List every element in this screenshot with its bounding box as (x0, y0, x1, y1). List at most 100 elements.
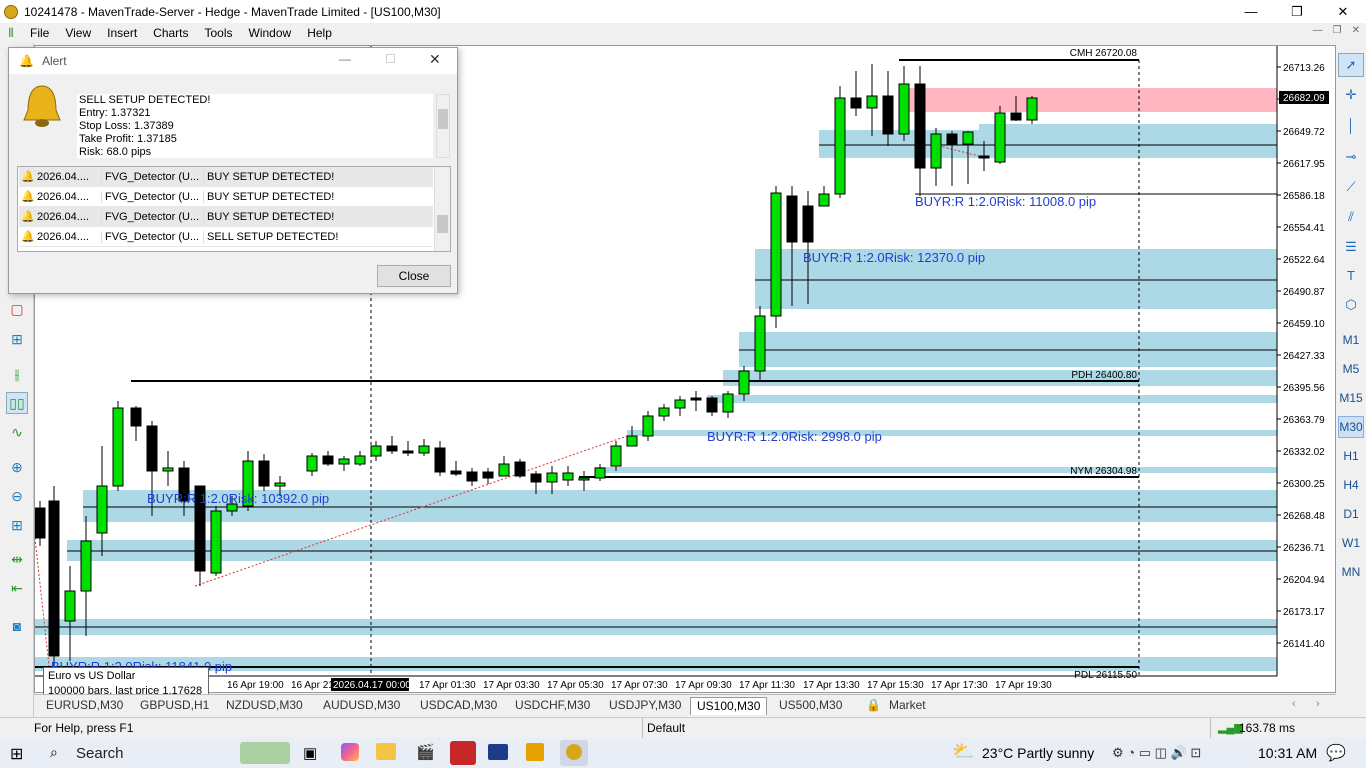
clapper-icon[interactable]: 🎬 (416, 743, 435, 761)
tab-market[interactable]: 🔒 Market (860, 697, 932, 715)
bar-chart-icon[interactable]: ⫲ (6, 363, 28, 385)
notification-icon[interactable]: 💬 (1326, 743, 1346, 763)
row-message: BUY SETUP DETECTED! (203, 170, 433, 183)
menu-bar: ⫴ File View Insert Charts Tools Window H… (0, 23, 1366, 43)
message-scrollbar[interactable] (436, 94, 450, 158)
timeframe-w1[interactable]: W1 (1338, 532, 1364, 554)
menu-help[interactable]: Help (299, 26, 340, 40)
bull-candle (930, 133, 942, 169)
timeframe-mn[interactable]: MN (1338, 561, 1364, 583)
mdi-minimize-icon[interactable]: — (1313, 25, 1323, 36)
chart-shift-icon[interactable]: ⇹ (6, 548, 28, 570)
timeframe-m15[interactable]: M15 (1338, 387, 1364, 409)
vertical-line-icon[interactable]: │ (1338, 113, 1364, 137)
menu-tools[interactable]: Tools (197, 26, 241, 40)
tab-us100-m30[interactable]: US100,M30 (690, 697, 768, 715)
list-scrollbar[interactable] (434, 167, 450, 251)
close-button[interactable]: ✕ (1320, 0, 1366, 23)
crosshair-icon[interactable]: ✛ (1338, 83, 1364, 107)
profile-name: Default (647, 721, 686, 735)
app-yellow-icon[interactable] (526, 743, 544, 761)
rectangle-tool-icon[interactable]: ▢ (6, 298, 28, 320)
tab-usdcad-m30[interactable]: USDCAD,M30 (414, 697, 503, 715)
alert-close-button[interactable]: Close (377, 265, 451, 287)
shapes-icon[interactable]: ⬡ (1338, 293, 1364, 317)
mdi-restore-icon[interactable]: ❐ (1333, 25, 1342, 36)
time-tick-label: 16 Apr 19:00 (227, 680, 284, 691)
alert-minimize-button[interactable]: — (339, 52, 351, 66)
tab-eurusd-m30[interactable]: EURUSD,M30 (40, 697, 129, 715)
task-view-icon[interactable]: ▣ (303, 744, 317, 762)
autoscroll-icon[interactable]: ⇤ (6, 577, 28, 599)
horizontal-line-icon[interactable]: ⊸ (1338, 145, 1364, 169)
tab-scroll-right-icon[interactable]: › (1316, 698, 1320, 710)
alert-maximize-button[interactable]: ☐ (385, 52, 396, 66)
search-icon[interactable]: ⌕ (50, 744, 58, 761)
time-tick-label: 17 Apr 09:30 (675, 680, 732, 691)
menu-window[interactable]: Window (241, 26, 300, 40)
screenshot-icon[interactable]: ◙ (6, 615, 28, 637)
price-tick-label: 26427.33 (1283, 351, 1325, 362)
status-divider (1210, 718, 1211, 738)
trendline-icon[interactable]: ⟋ (1338, 175, 1364, 199)
alert-close-icon[interactable]: ✕ (429, 51, 441, 68)
tab-usdjpy-m30[interactable]: USDJPY,M30 (603, 697, 687, 715)
menu-insert[interactable]: Insert (99, 26, 145, 40)
bear-candle (850, 97, 862, 109)
text-tool-icon[interactable]: ⊞ (6, 328, 28, 350)
maventrade-taskbar-icon[interactable] (566, 744, 582, 760)
bull-candle (338, 458, 350, 465)
price-tick-label: 26332.02 (1283, 447, 1325, 458)
alert-history-list[interactable]: 🔔 2026.04.... FVG_Detector (U... BUY SET… (17, 166, 451, 252)
clock[interactable]: 10:31 AM (1258, 745, 1317, 761)
list-item[interactable]: 🔔 2026.04.... FVG_Detector (U... BUY SET… (19, 187, 433, 207)
bull-candle (1026, 97, 1038, 121)
app-red-icon[interactable] (450, 741, 476, 765)
fibonacci-icon[interactable]: ☰ (1338, 235, 1364, 259)
menu-file[interactable]: File (22, 26, 57, 40)
timeframe-h4[interactable]: H4 (1338, 474, 1364, 496)
timeframe-h1[interactable]: H1 (1338, 445, 1364, 467)
bear-candle (514, 461, 526, 477)
restore-button[interactable]: ❐ (1274, 0, 1320, 23)
row-expert: FVG_Detector (U... (101, 230, 203, 243)
bull-candle (626, 435, 638, 447)
tab-audusd-m30[interactable]: AUDUSD,M30 (317, 697, 406, 715)
timeframe-d1[interactable]: D1 (1338, 503, 1364, 525)
tab-nzdusd-m30[interactable]: NZDUSD,M30 (220, 697, 309, 715)
tab-us500-m30[interactable]: US500,M30 (773, 697, 848, 715)
bell-icon: 🔔 (21, 231, 35, 243)
tab-gbpusd-h1[interactable]: GBPUSD,H1 (134, 697, 215, 715)
list-item[interactable]: 🔔 2026.04.... FVG_Detector (U... SELL SE… (19, 227, 433, 247)
tab-scroll-left-icon[interactable]: ‹ (1292, 698, 1296, 710)
list-item[interactable]: 🔔 2026.04.... FVG_Detector (U... BUY SET… (19, 167, 433, 187)
bear-candle (386, 445, 398, 452)
tray-icons[interactable]: ⚙ ◔ ▭ ◫ 🔊 ⊡ (1112, 745, 1201, 761)
timeframe-m1[interactable]: M1 (1338, 329, 1364, 351)
timeframe-m30[interactable]: M30 (1338, 416, 1364, 438)
menu-view[interactable]: View (57, 26, 99, 40)
copilot-icon[interactable] (341, 743, 359, 761)
minimize-button[interactable]: — (1228, 0, 1274, 23)
zoom-in-icon[interactable]: ⊕ (6, 456, 28, 478)
timeframe-m5[interactable]: M5 (1338, 358, 1364, 380)
line-chart-icon[interactable]: ∿ (6, 421, 28, 443)
bull-candle (210, 510, 222, 574)
mdi-close-icon[interactable]: ✕ (1352, 25, 1360, 36)
price-tick-label: 26554.41 (1283, 223, 1325, 234)
menu-charts[interactable]: Charts (145, 26, 196, 40)
weather-text[interactable]: 23°C Partly sunny (982, 745, 1094, 761)
powershell-icon[interactable] (488, 744, 508, 760)
file-explorer-icon[interactable] (376, 743, 396, 760)
tab-usdchf-m30[interactable]: USDCHF,M30 (509, 697, 596, 715)
bear-candle (258, 460, 270, 487)
list-item[interactable]: 🔔 2026.04.... FVG_Detector (U... BUY SET… (19, 207, 433, 227)
taskbar-search[interactable]: Search (76, 745, 124, 762)
zoom-out-icon[interactable]: ⊖ (6, 485, 28, 507)
channel-icon[interactable]: ⫽ (1338, 205, 1364, 229)
windows-start-icon[interactable]: ⊞ (10, 744, 23, 764)
cursor-icon[interactable]: ➚ (1338, 53, 1364, 77)
candlestick-icon[interactable]: ▯▯ (6, 392, 28, 414)
tile-windows-icon[interactable]: ⊞ (6, 514, 28, 536)
text-label-icon[interactable]: T (1338, 263, 1364, 287)
